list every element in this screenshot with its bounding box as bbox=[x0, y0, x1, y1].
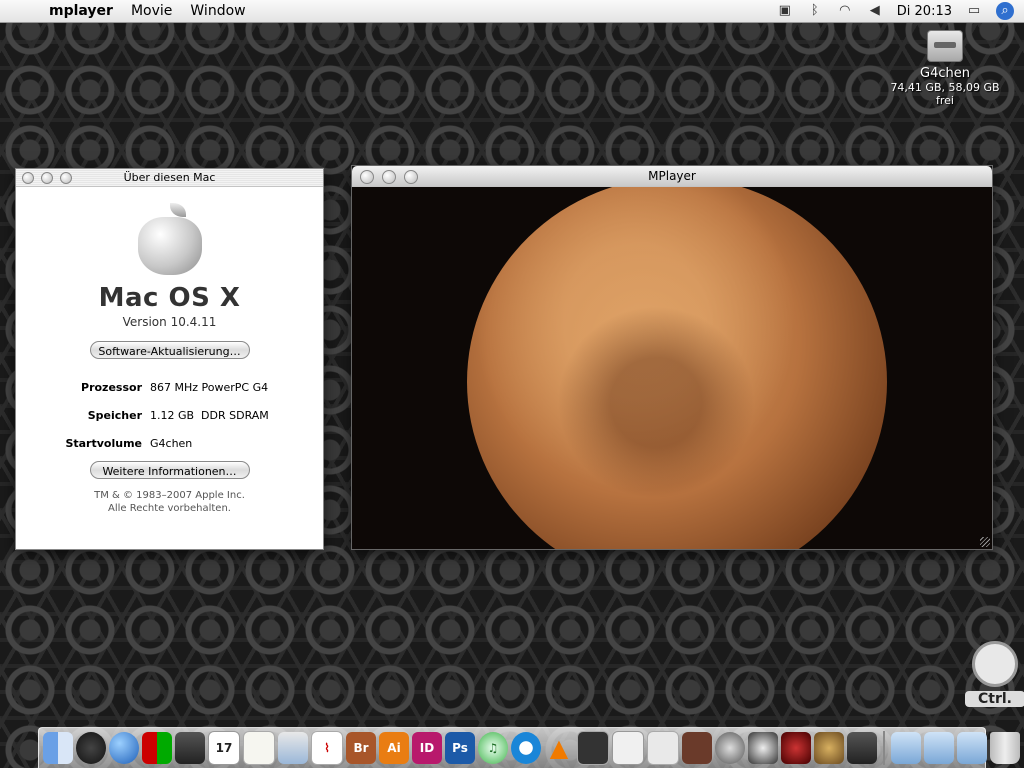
volume-icon[interactable]: ◀︎ bbox=[867, 4, 883, 18]
applications-folder-icon[interactable] bbox=[891, 732, 921, 764]
copyright-line: Alle Rechte vorbehalten. bbox=[108, 503, 231, 514]
documents-folder-icon[interactable] bbox=[957, 732, 987, 764]
spec-value: 867 MHz PowerPC G4 bbox=[150, 380, 269, 394]
preview-icon[interactable] bbox=[278, 732, 308, 764]
quicktime-icon[interactable] bbox=[511, 732, 541, 764]
indesign-label: ID bbox=[419, 741, 435, 755]
mplayer-window: MPlayer bbox=[351, 165, 993, 550]
video-frame-mars bbox=[467, 187, 887, 549]
more-info-button[interactable]: Weitere Informationen… bbox=[89, 461, 250, 479]
minimize-button[interactable] bbox=[382, 170, 396, 184]
acrobat-icon[interactable]: ⌇ bbox=[311, 731, 343, 765]
spec-value: 1.12 GB DDR SDRAM bbox=[150, 408, 269, 422]
spec-row-startup-volume: Startvolume G4chen bbox=[16, 429, 323, 457]
trash-icon[interactable] bbox=[990, 732, 1020, 764]
toolbox-icon[interactable] bbox=[175, 732, 205, 764]
zoom-button[interactable] bbox=[404, 170, 418, 184]
mplayer-window-title: MPlayer bbox=[648, 169, 696, 183]
battery-icon[interactable]: ▭ bbox=[966, 4, 982, 18]
dock: 17 ⌇ Br Ai ID Ps ♫ ▲ bbox=[38, 727, 1020, 768]
calendar-day: 17 bbox=[215, 741, 233, 755]
desktop-drive[interactable]: G4chen 74,41 GB, 58,09 GB frei bbox=[880, 30, 1010, 107]
apple-logo-icon bbox=[137, 203, 202, 275]
spec-row-processor: Prozessor 867 MHz PowerPC G4 bbox=[16, 373, 323, 401]
spotlight-search-icon[interactable]: ⌕ bbox=[996, 2, 1014, 20]
textedit-icon[interactable] bbox=[243, 731, 275, 765]
ctrl-label: Ctrl. bbox=[965, 691, 1024, 707]
menu-movie[interactable]: Movie bbox=[122, 3, 181, 19]
spec-label: Prozessor bbox=[81, 380, 142, 394]
menu-window[interactable]: Window bbox=[181, 3, 254, 19]
spec-list: Prozessor 867 MHz PowerPC G4 Speicher 1.… bbox=[16, 373, 323, 457]
indesign-icon[interactable]: ID bbox=[412, 732, 442, 764]
photoshop-icon[interactable]: Ps bbox=[445, 732, 475, 764]
menu-app-name[interactable]: mplayer bbox=[40, 3, 122, 19]
ctrl-badge: Ctrl. bbox=[965, 635, 1024, 735]
warrior-icon[interactable] bbox=[814, 732, 844, 764]
diablo-icon[interactable] bbox=[781, 732, 811, 764]
vlc-icon[interactable]: ▲ bbox=[544, 732, 574, 764]
os-version: Version 10.4.11 bbox=[122, 315, 217, 329]
illustrator-icon[interactable]: Ai bbox=[379, 732, 409, 764]
game-character-icon[interactable] bbox=[682, 732, 712, 764]
menu-bar: mplayer Movie Window ▣ ᛒ ◠ ◀︎ Di 20:13 ▭… bbox=[0, 0, 1024, 23]
dashboard-icon[interactable] bbox=[76, 732, 106, 764]
dock-separator bbox=[883, 731, 885, 765]
menu-extras: ▣ ᛒ ◠ ◀︎ Di 20:13 ▭ ⌕ bbox=[777, 2, 1024, 20]
copyright-line: TM & © 1983–2007 Apple Inc. bbox=[94, 490, 245, 501]
spec-value: G4chen bbox=[150, 436, 193, 450]
hard-drive-icon[interactable] bbox=[927, 30, 963, 62]
globe-icon[interactable] bbox=[109, 732, 139, 764]
itunes-icon[interactable]: ♫ bbox=[478, 732, 508, 764]
folder-icon[interactable] bbox=[924, 732, 954, 764]
monitor-app-icon[interactable] bbox=[847, 732, 877, 764]
finder-icon[interactable] bbox=[43, 732, 73, 764]
ical-icon[interactable]: 17 bbox=[208, 731, 240, 765]
zoom-button[interactable] bbox=[60, 172, 72, 184]
copyright: TM & © 1983–2007 Apple Inc. Alle Rechte … bbox=[16, 489, 323, 515]
spec-label: Startvolume bbox=[65, 436, 142, 450]
bridge-label: Br bbox=[353, 741, 369, 755]
ipod-icon[interactable] bbox=[612, 731, 644, 765]
bluetooth-icon[interactable]: ᛒ bbox=[807, 4, 823, 18]
about-titlebar[interactable]: Über diesen Mac bbox=[16, 169, 323, 187]
software-update-button[interactable]: Software-Aktualisierung… bbox=[89, 341, 250, 359]
close-button[interactable] bbox=[22, 172, 34, 184]
menu-clock[interactable]: Di 20:13 bbox=[897, 4, 952, 19]
spec-row-memory: Speicher 1.12 GB DDR SDRAM bbox=[16, 401, 323, 429]
spec-label: Speicher bbox=[87, 408, 142, 422]
script-menu-icon[interactable]: ▣ bbox=[777, 4, 793, 18]
illustrator-label: Ai bbox=[387, 741, 401, 755]
mail-icon[interactable] bbox=[647, 731, 679, 765]
drive-info: 74,41 GB, 58,09 GB frei bbox=[890, 81, 1000, 107]
photoshop-label: Ps bbox=[452, 741, 468, 755]
skull-helmet-icon[interactable] bbox=[748, 732, 778, 764]
drive-name: G4chen bbox=[920, 66, 970, 81]
mplayer-titlebar[interactable]: MPlayer bbox=[352, 166, 992, 187]
ctrl-logo-icon bbox=[972, 641, 1018, 687]
bridge-icon[interactable]: Br bbox=[346, 732, 376, 764]
os-name: Mac OS X bbox=[98, 283, 241, 313]
close-button[interactable] bbox=[360, 170, 374, 184]
skull-icon[interactable] bbox=[715, 732, 745, 764]
wifi-icon[interactable]: ◠ bbox=[837, 4, 853, 18]
activity-monitor-icon[interactable] bbox=[577, 731, 609, 765]
about-this-mac-window: Über diesen Mac Mac OS X Version 10.4.11… bbox=[15, 168, 324, 550]
video-area[interactable] bbox=[352, 187, 992, 549]
resize-handle[interactable] bbox=[980, 537, 990, 547]
color-grid-icon[interactable] bbox=[142, 732, 172, 764]
minimize-button[interactable] bbox=[41, 172, 53, 184]
